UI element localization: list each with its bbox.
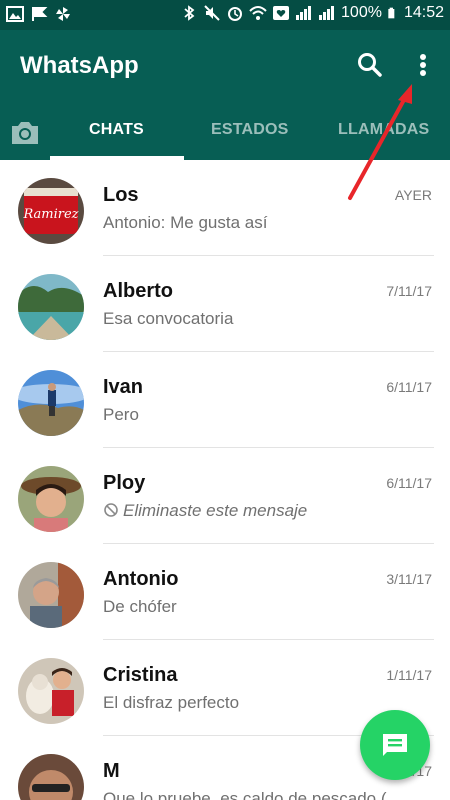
chat-preview: El disfraz perfecto — [103, 693, 240, 712]
chat-row[interactable]: Alberto 7/11/17 Esa convocatoria — [0, 256, 450, 352]
chat-row[interactable]: Antonio 3/11/17 De chófer — [0, 544, 450, 640]
chat-time: 1/11/17 — [386, 667, 432, 683]
more-options-button[interactable] — [408, 50, 438, 80]
chat-preview: De chófer — [103, 597, 177, 616]
avatar — [18, 466, 84, 532]
alarm-icon — [228, 7, 243, 21]
chat-time: 6/11/17 — [386, 379, 432, 395]
signal-icon — [296, 6, 312, 20]
tab-llamadas[interactable]: LLAMADAS — [338, 121, 429, 139]
chat-name: Alberto — [103, 280, 173, 302]
camera-icon — [12, 122, 38, 144]
pinwheel-icon — [56, 7, 70, 21]
wifi-icon — [249, 6, 267, 20]
chat-preview-text: Eliminaste este mensaje — [123, 501, 308, 520]
avatar — [18, 274, 84, 340]
avatar — [18, 370, 84, 436]
tab-estados[interactable]: ESTADOS — [211, 121, 289, 139]
search-button[interactable] — [355, 50, 385, 80]
new-chat-icon — [383, 734, 407, 756]
chat-list: Ramirez Los AYER Antonio: Me gusta así A… — [0, 160, 450, 800]
chat-time: 3/11/17 — [386, 571, 432, 587]
app-bar: WhatsApp CHATS ESTADOS LLAMADAS — [0, 30, 450, 160]
flag-icon — [32, 7, 48, 21]
bluetooth-icon — [184, 5, 195, 21]
chat-name: Ivan — [103, 376, 144, 398]
battery-percent: 100% — [341, 4, 382, 21]
avatar — [18, 658, 84, 724]
chat-row[interactable]: Ivan 6/11/17 Pero — [0, 352, 450, 448]
status-bar-system: 100% 14:52 — [180, 4, 444, 22]
search-icon — [358, 53, 382, 77]
avatar — [18, 754, 84, 800]
chat-time: AYER — [394, 187, 432, 203]
more-vert-icon — [420, 54, 426, 76]
blocked-icon — [104, 503, 118, 517]
battery-icon — [388, 7, 395, 19]
chat-preview: Eliminaste este mensaje — [103, 501, 433, 521]
mute-icon — [204, 5, 220, 21]
new-chat-button[interactable] — [360, 710, 430, 780]
chat-time: 7/11/17 — [386, 283, 432, 299]
tab-camera[interactable] — [8, 118, 42, 148]
heart-icon — [273, 6, 290, 20]
status-bar: 100% 14:52 — [0, 0, 450, 30]
chat-time: 6/11/17 — [386, 475, 432, 491]
chat-preview: Que lo pruebe, es caldo de pescado ( — [103, 789, 387, 800]
signal-icon — [319, 6, 335, 20]
avatar: Ramirez — [18, 178, 84, 244]
chat-preview: Antonio: Me gusta así — [103, 213, 268, 232]
chat-name: Antonio — [103, 568, 179, 590]
chat-preview: Pero — [103, 405, 139, 424]
tab-chats[interactable]: CHATS — [89, 121, 144, 139]
chat-row[interactable]: Ploy 6/11/17 Eliminaste este mensaje — [0, 448, 450, 544]
chat-name: Ploy — [103, 472, 146, 494]
avatar-label: Ramirez — [22, 207, 78, 222]
gallery-icon — [6, 6, 24, 22]
status-bar-notifications — [6, 5, 72, 23]
app-title: WhatsApp — [20, 52, 139, 79]
tab-bar: CHATS ESTADOS LLAMADAS — [0, 112, 450, 160]
chat-row[interactable]: Ramirez Los AYER Antonio: Me gusta así — [0, 160, 450, 256]
chat-name: M — [103, 760, 120, 782]
chat-name: Los — [103, 184, 139, 206]
chat-preview: Esa convocatoria — [103, 309, 234, 328]
clock: 14:52 — [403, 4, 444, 21]
avatar — [18, 562, 84, 628]
chat-name: Cristina — [103, 664, 178, 686]
